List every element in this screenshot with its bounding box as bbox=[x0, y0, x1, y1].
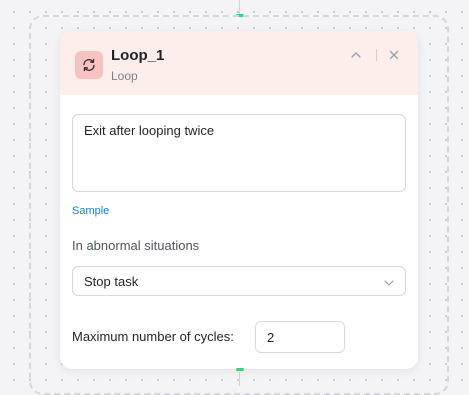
sample-link[interactable]: Sample bbox=[72, 205, 109, 217]
abnormal-situations-label: In abnormal situations bbox=[72, 238, 200, 253]
node-type-label: Loop bbox=[111, 69, 138, 83]
node-header: Loop_1 Loop bbox=[60, 31, 418, 95]
loop-arrows-icon bbox=[75, 51, 103, 79]
description-textarea[interactable]: Exit after looping twice bbox=[72, 114, 406, 192]
max-cycles-input[interactable] bbox=[255, 321, 345, 353]
chevron-up-icon[interactable] bbox=[349, 48, 363, 62]
connector-line-top bbox=[239, 0, 240, 14]
chevron-down-icon bbox=[383, 276, 395, 288]
header-divider bbox=[376, 49, 377, 61]
abnormal-action-select[interactable]: Stop task bbox=[72, 266, 406, 296]
output-port[interactable] bbox=[236, 368, 244, 371]
select-value: Stop task bbox=[84, 274, 139, 289]
loop-node-card: Loop_1 Loop Exit after looping twice Sam… bbox=[60, 31, 418, 369]
close-icon[interactable] bbox=[387, 48, 401, 62]
node-title: Loop_1 bbox=[111, 47, 165, 64]
max-cycles-label: Maximum number of cycles: bbox=[72, 329, 234, 344]
connector-line-bottom bbox=[239, 372, 240, 386]
